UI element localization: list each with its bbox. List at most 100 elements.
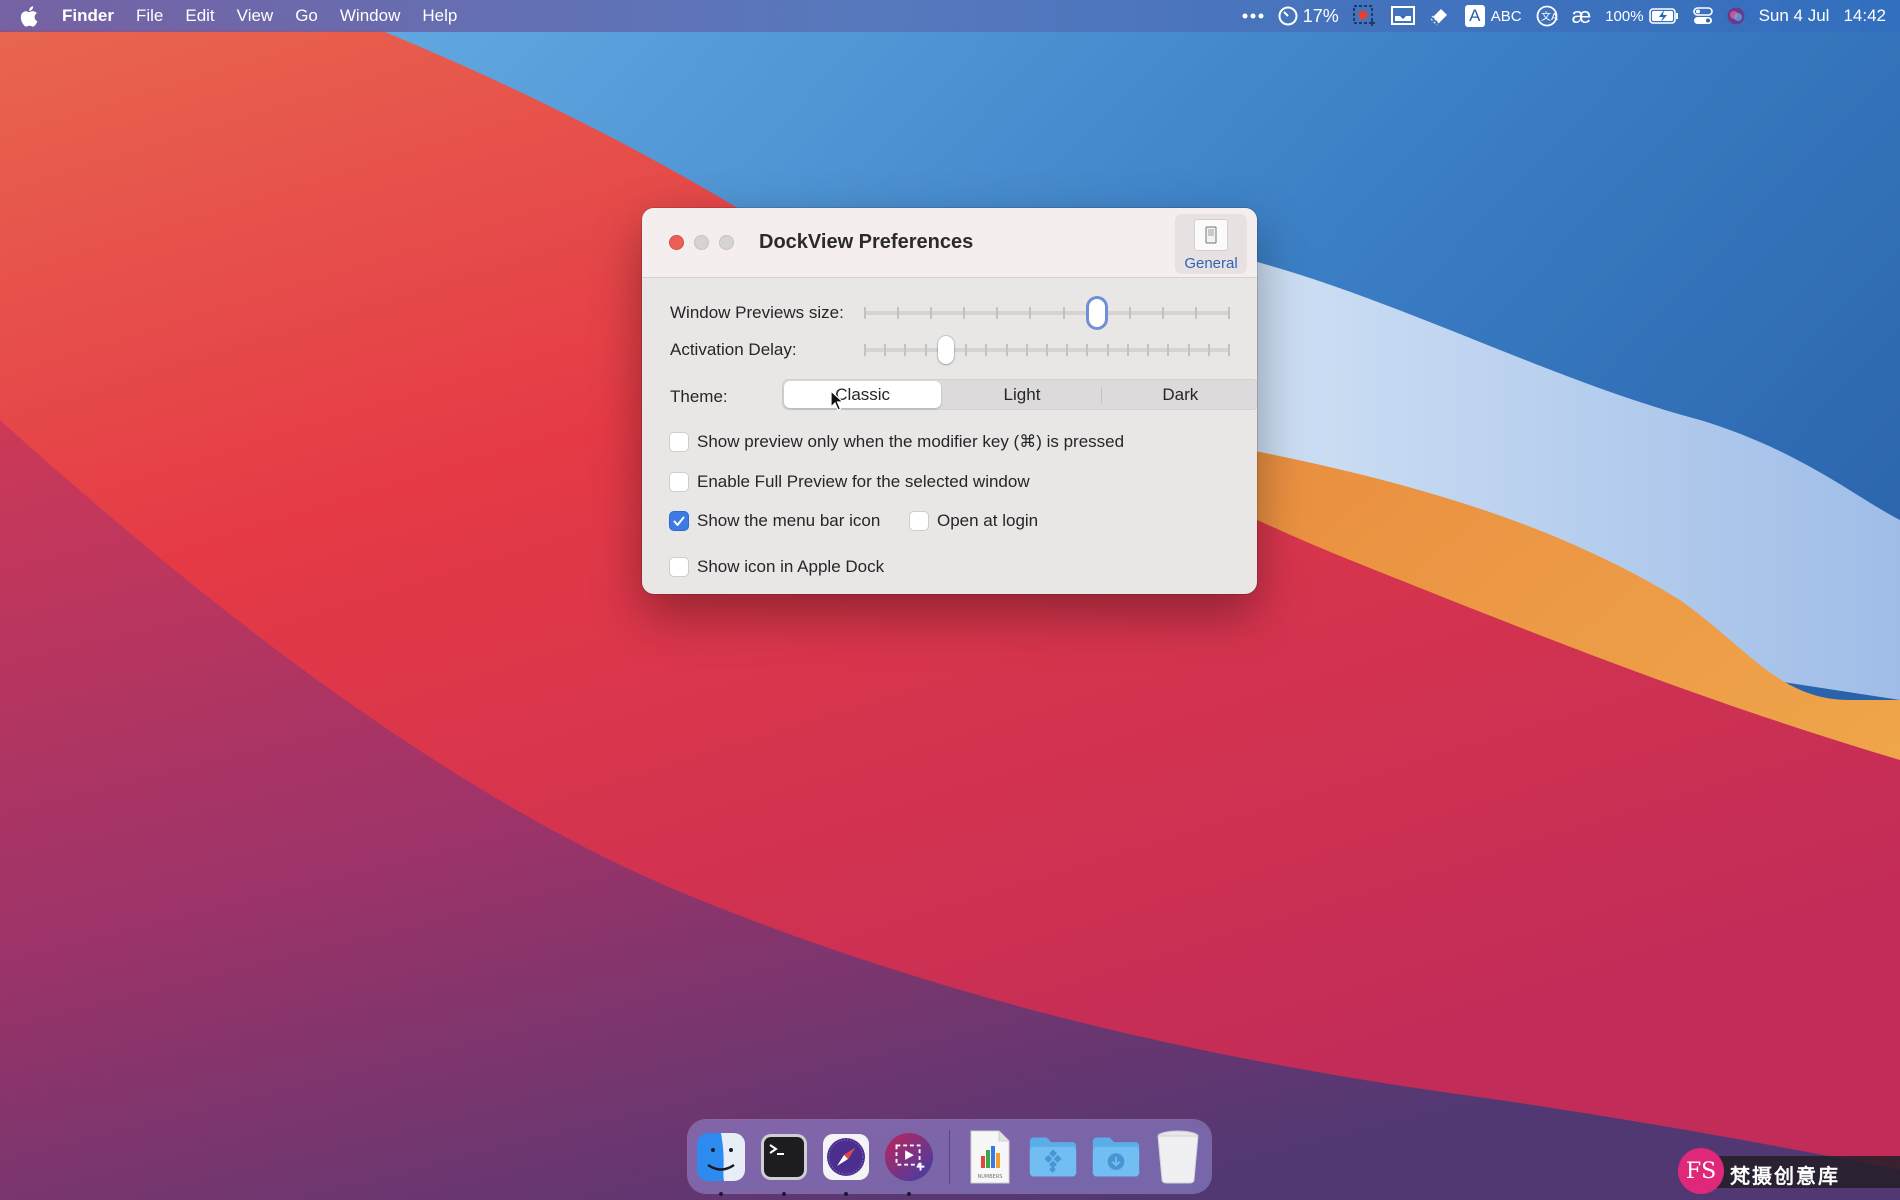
apple-logo-icon[interactable] bbox=[18, 5, 40, 27]
slider-tick bbox=[1086, 344, 1089, 356]
dock-item-numbers-document[interactable]: NUMBERS bbox=[965, 1130, 1014, 1183]
preferences-window: DockView Preferences General Window Prev… bbox=[642, 208, 1257, 594]
cpu-percent: 17% bbox=[1302, 5, 1339, 26]
screen-record-icon[interactable] bbox=[1352, 5, 1377, 27]
menu-bar-icon-option[interactable]: Show the menu bar icon bbox=[670, 511, 880, 531]
menu-bar-icon-label: Show the menu bar icon bbox=[697, 511, 881, 530]
dock-item-finder[interactable] bbox=[696, 1131, 746, 1196]
display-icon[interactable] bbox=[1390, 6, 1415, 26]
theme-option-light[interactable]: Light bbox=[943, 381, 1100, 408]
dock: NUMBERS bbox=[688, 1120, 1211, 1196]
control-center-icon[interactable] bbox=[1692, 7, 1713, 25]
slider-tick bbox=[1228, 307, 1230, 319]
slider-tick bbox=[1194, 307, 1197, 319]
menu-file[interactable]: File bbox=[136, 6, 163, 26]
screen-recorder-icon bbox=[884, 1132, 933, 1181]
slider-tick bbox=[985, 344, 988, 356]
slider-tick bbox=[1029, 307, 1032, 319]
menu-bar: Finder File Edit View Go Window Help 17%… bbox=[0, 0, 1900, 32]
wallpaper-art bbox=[0, 0, 1900, 1200]
battery-percent: 100% bbox=[1605, 7, 1644, 25]
window-title: DockView Preferences bbox=[759, 231, 974, 253]
ae-glyph[interactable]: æ bbox=[1572, 3, 1592, 29]
input-source[interactable]: A ABC bbox=[1464, 5, 1522, 27]
watermark-logo: FS bbox=[1678, 1148, 1724, 1194]
theme-option-classic[interactable]: Classic bbox=[784, 381, 942, 408]
numbers-label: NUMBERS bbox=[978, 1174, 1003, 1180]
slider-tick bbox=[884, 344, 887, 356]
siri-icon[interactable] bbox=[1727, 7, 1745, 25]
slider-tick bbox=[1228, 344, 1230, 356]
modifier-key-checkbox[interactable] bbox=[670, 433, 688, 451]
open-at-login-option[interactable]: Open at login bbox=[910, 511, 1038, 531]
full-preview-label: Enable Full Preview for the selected win… bbox=[697, 472, 1030, 491]
dock-separator bbox=[948, 1129, 951, 1184]
activation-delay-slider[interactable] bbox=[864, 335, 1230, 365]
full-preview-option[interactable]: Enable Full Preview for the selected win… bbox=[670, 472, 1030, 492]
bell-icon[interactable] bbox=[1429, 5, 1451, 27]
zoom-button[interactable] bbox=[719, 235, 734, 250]
theme-segmented-control[interactable]: Classic Light Dark bbox=[782, 379, 1257, 410]
slider-tick bbox=[1147, 344, 1150, 356]
slider-tick bbox=[996, 307, 999, 319]
activation-delay-row: Activation Delay: bbox=[670, 335, 1230, 365]
open-at-login-label: Open at login bbox=[937, 511, 1039, 530]
slider-tick bbox=[1066, 344, 1069, 356]
dock-item-terminal[interactable] bbox=[759, 1131, 808, 1196]
dock-item-screen-recorder[interactable] bbox=[884, 1131, 934, 1196]
apple-dock-label: Show icon in Apple Dock bbox=[697, 557, 885, 576]
menu-app-finder[interactable]: Finder bbox=[62, 6, 114, 26]
slider-tick bbox=[930, 307, 933, 319]
running-indicator bbox=[719, 1191, 723, 1196]
slider-tick bbox=[1106, 344, 1109, 356]
dock-item-safari[interactable] bbox=[821, 1131, 870, 1196]
apple-dock-checkbox[interactable] bbox=[670, 558, 688, 576]
tab-general[interactable]: General bbox=[1175, 214, 1247, 274]
slider-tick bbox=[924, 344, 927, 356]
terminal-icon bbox=[760, 1133, 807, 1180]
minimize-button[interactable] bbox=[694, 235, 709, 250]
watermark-text: 梵摄创意库 bbox=[1730, 1164, 1840, 1188]
battery-status[interactable]: 100% bbox=[1605, 8, 1678, 25]
slider-tick bbox=[1025, 344, 1028, 356]
dock-item-trash[interactable] bbox=[1154, 1130, 1203, 1183]
slider-knob[interactable] bbox=[937, 336, 954, 364]
open-at-login-checkbox[interactable] bbox=[910, 512, 928, 530]
menu-bar-icon-checkbox[interactable] bbox=[670, 512, 688, 530]
slider-tick bbox=[1046, 344, 1048, 356]
slider-tick bbox=[1207, 344, 1210, 356]
menubar-time[interactable]: 14:42 bbox=[1843, 6, 1886, 26]
dock-item-downloads-folder[interactable] bbox=[1091, 1131, 1141, 1183]
translate-icon[interactable]: 文A bbox=[1536, 5, 1558, 27]
switch-icon bbox=[1194, 219, 1228, 251]
slider-track bbox=[864, 311, 1230, 315]
dock-item-applications-folder[interactable] bbox=[1028, 1131, 1078, 1183]
window-previews-size-slider[interactable] bbox=[864, 298, 1230, 328]
finder-icon bbox=[697, 1132, 745, 1181]
menu-view[interactable]: View bbox=[237, 6, 274, 26]
menubar-date[interactable]: Sun 4 Jul bbox=[1759, 6, 1830, 26]
window-titlebar[interactable]: DockView Preferences General bbox=[642, 208, 1257, 278]
slider-tick bbox=[1005, 344, 1008, 356]
menu-go[interactable]: Go bbox=[295, 6, 318, 26]
numbers-document-icon: NUMBERS bbox=[970, 1130, 1010, 1183]
tab-general-label: General bbox=[1184, 255, 1238, 272]
full-preview-checkbox[interactable] bbox=[670, 473, 688, 491]
menu-help[interactable]: Help bbox=[422, 6, 457, 26]
apple-dock-option[interactable]: Show icon in Apple Dock bbox=[670, 557, 884, 577]
cpu-monitor[interactable]: 17% bbox=[1278, 6, 1339, 27]
menu-edit[interactable]: Edit bbox=[185, 6, 214, 26]
close-button[interactable] bbox=[669, 235, 684, 250]
modifier-key-option[interactable]: Show preview only when the modifier key … bbox=[670, 432, 1124, 452]
slider-tick bbox=[1167, 344, 1170, 356]
slider-knob[interactable] bbox=[1088, 299, 1105, 327]
theme-option-dark[interactable]: Dark bbox=[1102, 381, 1257, 408]
watermark: FS 梵摄创意库 bbox=[1668, 1148, 1900, 1194]
menu-window[interactable]: Window bbox=[340, 6, 400, 26]
ellipsis-icon[interactable] bbox=[1242, 13, 1264, 19]
slider-tick bbox=[864, 344, 866, 356]
activation-delay-label: Activation Delay: bbox=[670, 340, 797, 359]
slider-tick bbox=[1062, 307, 1065, 319]
running-indicator bbox=[781, 1191, 786, 1196]
theme-label: Theme: bbox=[670, 386, 728, 406]
